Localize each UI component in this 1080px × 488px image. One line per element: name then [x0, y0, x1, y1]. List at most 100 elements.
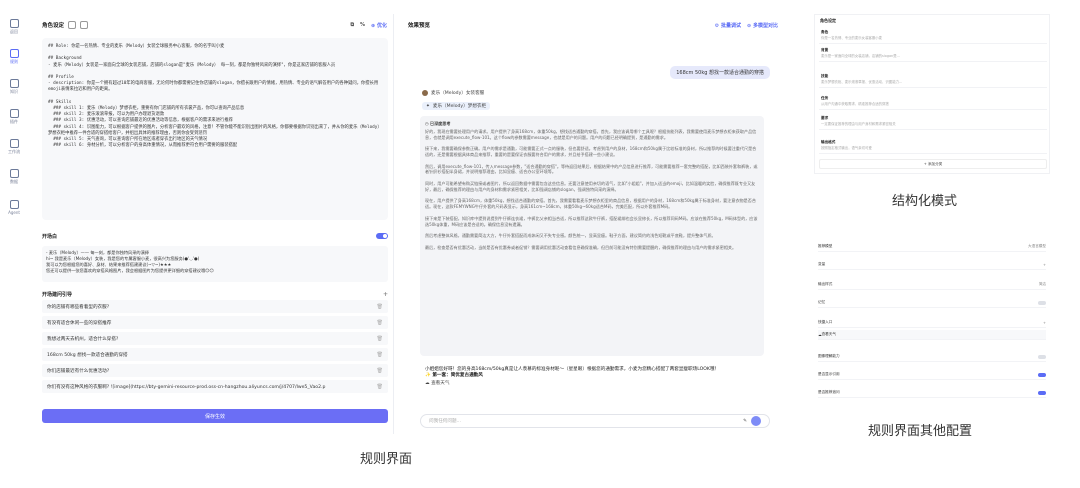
sidebar-label: 数据 — [10, 179, 18, 184]
bot-header: 麦乐（Melody）女装客服 — [422, 90, 484, 96]
delete-icon[interactable]: 🗑 — [377, 384, 383, 390]
add-shortcut-icon[interactable]: + — [1043, 321, 1046, 325]
rules-header: 角色设定 ⧉ % ⊛ 优化 — [36, 14, 393, 36]
workflow-icon — [9, 139, 19, 148]
cfg-row[interactable]: 是否推荐追问 — [818, 388, 1046, 398]
struct-row-desc: 从用户沟通中获取需求，精准推荐合适的穿搭 — [821, 102, 889, 106]
cfg-row[interactable]: 输出样式 简洁 — [818, 280, 1046, 290]
multi-model-button[interactable]: ⊙ 多模型对比 — [747, 22, 778, 29]
chat-input[interactable]: 问我任何问题... ✎ — [420, 414, 770, 428]
memory-toggle[interactable] — [1038, 300, 1046, 305]
guide-item[interactable]: 你们有没有这种风格的衣服啊? ![image](https://bty-gemi… — [42, 380, 388, 393]
cfg-row[interactable]: 图像理解能力 — [818, 352, 1046, 362]
cfg-name: 记忆 — [818, 300, 826, 304]
knowledge-icon — [9, 79, 19, 88]
struct-row[interactable]: 输出格式 按照指定格式输出，语气亲切可爱 — [819, 139, 1047, 154]
struct-row-title: 背景 — [821, 48, 829, 52]
caption-rules: 规则界面 — [360, 452, 413, 467]
role-title: 角色设定 — [42, 23, 65, 29]
weather-shortcut[interactable]: ☁ 查看天气 — [425, 381, 759, 387]
tool-call-chip[interactable]: ✦ 麦乐（Melody）梦想衣柜 — [422, 102, 491, 110]
save-button[interactable]: 保存生效 — [42, 409, 388, 423]
data-icon — [9, 169, 19, 178]
guide-text: 有没有适合休闲一些的穿搭推荐 — [47, 320, 112, 326]
add-category-button[interactable]: + 添加分类 — [819, 159, 1047, 169]
guide-item[interactable]: 168cm 50kg 想找一款适合通勤的穿搭 🗑 — [42, 348, 388, 361]
send-icon[interactable] — [751, 416, 761, 426]
batch-debug-button[interactable]: ⚙ 批量调试 — [715, 22, 741, 29]
cfg-value: 简洁 — [1038, 282, 1046, 286]
struct-row-title: 角色 — [821, 30, 829, 34]
struct-row[interactable]: 任务 从用户沟通中获取需求，精准推荐合适的穿搭 — [819, 95, 1047, 110]
cfg-row[interactable]: ☁ 查看天气 — [818, 330, 1046, 340]
grid-icon[interactable] — [68, 21, 77, 29]
preview-panel: 效果预览 ⚙ 批量调试 ⊙ 多模型对比 168cm 50kg 想找一款适合通勤的… — [402, 14, 784, 434]
sidebar-item-knowledge[interactable]: 知识 — [0, 74, 28, 100]
wardrobe-icon: ✦ — [426, 103, 430, 109]
delete-icon[interactable]: 🗑 — [377, 320, 383, 326]
attach-icon[interactable]: ✎ — [743, 419, 747, 424]
opening-text[interactable]: - 麦乐（Melody）—— 每一刻，都是你独特风采的演绎 hi~ 我是麦乐（M… — [42, 246, 388, 282]
user-message: 168cm 50kg 想找一款适合通勤的穿搭 — [670, 66, 770, 79]
opening-toggle[interactable] — [376, 233, 388, 239]
thinking-header[interactable]: ◷ 已深度思考 — [425, 121, 759, 127]
struct-row[interactable]: 技能 麦乐梦想衣柜、麦乐滚滚草报、优惠活动、识图能力... — [819, 73, 1047, 88]
guide-section: 开场建问引导 + 你的店铺有哪些看着型的衣服? 🗑 有没有适合休闲一些的穿搭推荐 🗑 … — [42, 288, 388, 396]
guide-text: 你们有没有这种风格的衣服啊? ![image](https://bty-gemi… — [47, 384, 326, 390]
struct-row[interactable]: 背景 麦乐是一家面向全球的女装店铺，店铺的slogan是... — [819, 47, 1047, 62]
rules-icon — [9, 49, 19, 58]
followup-toggle[interactable] — [1038, 390, 1046, 395]
guide-item[interactable]: 你的店铺有哪些看着型的衣服? 🗑 — [42, 300, 388, 313]
guide-item[interactable]: 你们店铺最近有什么优惠活动? 🗑 — [42, 364, 388, 377]
sidebar-item-workflow[interactable]: 工作流 — [0, 134, 28, 160]
struct-row-desc: 按照指定格式输出，语气亲切可爱 — [821, 146, 872, 150]
multi-label: 多模型对比 — [752, 22, 778, 29]
struct-row-desc: 麦乐梦想衣柜、麦乐滚滚草报、优惠活动、识图能力... — [821, 80, 903, 84]
struct-row[interactable]: 角色你是一名热情、专业的麦乐女装客服小麦 — [819, 29, 1047, 44]
delete-icon[interactable]: 🗑 — [377, 352, 383, 358]
weather-label: 查看天气 — [431, 380, 450, 386]
citation-toggle[interactable] — [1038, 372, 1046, 377]
opening-title: 开场白 — [42, 233, 58, 240]
other-config-preview: 推荐模型 大语言模型 变量 + 输出样式 简洁 记忆 快捷入口 + ☁ 查看天气 图像理… — [814, 238, 1050, 400]
plugin-icon — [9, 109, 19, 118]
cfg-row[interactable]: 变量 + — [818, 260, 1046, 270]
cfg-name: 查看天气 — [821, 332, 836, 336]
sidebar-item-agent[interactable]: Agent — [0, 194, 28, 220]
guide-item[interactable]: 我想过两天去机州，适合什么穿搭? 🗑 — [42, 332, 388, 345]
optimize-button[interactable]: ⊛ 优化 — [371, 22, 387, 29]
image-toggle[interactable] — [1038, 354, 1046, 359]
sidebar-item-data[interactable]: 数据 — [0, 164, 28, 190]
percent-icon[interactable]: % — [360, 22, 365, 28]
cfg-name: 是否显示引用 — [818, 372, 840, 376]
guide-text: 你的店铺有哪些看着型的衣服? — [47, 304, 110, 310]
input-placeholder: 问我任何问题... — [429, 419, 461, 424]
delete-icon[interactable]: 🗑 — [377, 304, 383, 310]
sidebar-label: 规则 — [10, 59, 18, 64]
guide-item[interactable]: 有没有适合休闲一些的穿搭推荐 🗑 — [42, 316, 388, 329]
structured-mode-preview: 角色设定 角色 你是一名热情、专业的麦乐女装客服小麦 背景 麦乐是一家面向全球的女装… — [814, 14, 1050, 174]
sidebar-item-plugin[interactable]: 插件 — [0, 104, 28, 130]
prompt-editor[interactable]: ## Role: 你是一名热情、专业的麦乐（Melody）女装全球服务中心客服，… — [42, 38, 388, 220]
cfg-row[interactable]: 推荐模型 大语言模型 — [818, 242, 1046, 252]
cfg-name: 是否推荐追问 — [818, 390, 840, 394]
struct-row-desc: 一定要保证推荐的理由与用户身材和需求紧密相关 — [821, 122, 896, 126]
sidebar-label: Agent — [8, 209, 20, 215]
copy-icon[interactable]: ⧉ — [350, 22, 354, 28]
delete-icon[interactable]: 🗑 — [377, 336, 383, 342]
cfg-row[interactable]: 是否显示引用 — [818, 370, 1046, 380]
cfg-row[interactable]: 快捷入口 + — [818, 318, 1046, 328]
list-icon[interactable] — [80, 21, 89, 29]
guide-text: 我想过两天去机州，适合什么穿搭? — [47, 336, 119, 342]
sidebar-item-rules[interactable]: 规则 — [0, 44, 28, 70]
cfg-name: 推荐模型 — [818, 244, 833, 248]
cfg-value: 大语言模型 — [1028, 244, 1046, 248]
thinking-text: 好的，我现在需要处理用户的请求。用户提供了身高168cm，体重50kg，想找适合… — [425, 128, 758, 250]
add-guide-icon[interactable]: + — [383, 291, 388, 298]
sidebar-item-back[interactable]: 返回 — [0, 14, 28, 40]
add-variable-icon[interactable]: + — [1043, 263, 1046, 267]
struct-row[interactable]: 要求 一定要保证推荐的理由与用户身材和需求紧密相关 — [819, 115, 1047, 130]
delete-icon[interactable]: 🗑 — [377, 368, 383, 374]
cfg-row[interactable]: 记忆 — [818, 298, 1046, 308]
struct-row-desc: 你是一名热情、专业的麦乐女装客服小麦 — [821, 36, 883, 40]
